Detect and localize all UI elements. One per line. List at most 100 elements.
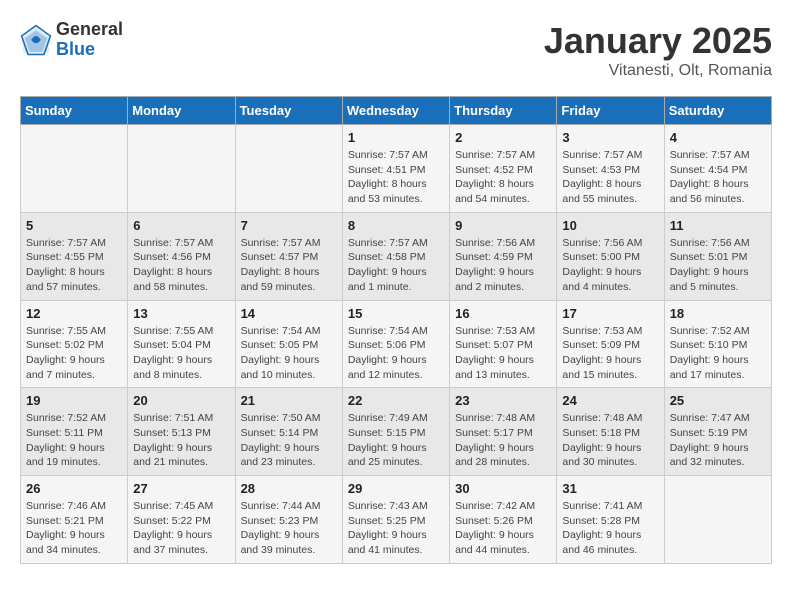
calendar-cell: 26 Sunrise: 7:46 AM Sunset: 5:21 PM Dayli… (21, 476, 128, 564)
calendar-week-row: 12 Sunrise: 7:55 AM Sunset: 5:02 PM Dayli… (21, 300, 772, 388)
day-info: Sunrise: 7:48 AM Sunset: 5:18 PM Dayligh… (562, 411, 658, 470)
logo-blue-text: Blue (56, 40, 123, 60)
calendar-cell: 14Sunrise: 7:54 AM Sunset: 5:05 PM Dayli… (235, 300, 342, 388)
day-number: 25 (670, 393, 766, 408)
day-number: 21 (241, 393, 337, 408)
day-info: Sunrise: 7:53 AM Sunset: 5:07 PM Dayligh… (455, 324, 551, 383)
calendar-cell: 6Sunrise: 7:57 AM Sunset: 4:56 PM Daylig… (128, 212, 235, 300)
calendar-cell: 30 Sunrise: 7:42 AM Sunset: 5:26 PM Dayli… (450, 476, 557, 564)
calendar-cell: 1Sunrise: 7:57 AM Sunset: 4:51 PM Daylig… (342, 125, 449, 213)
calendar-cell: 29Sunrise: 7:43 AM Sunset: 5:25 PM Dayli… (342, 476, 449, 564)
day-number: 2 (455, 130, 551, 145)
day-info: Sunrise: 7:57 AM Sunset: 4:57 PM Dayligh… (241, 236, 337, 295)
calendar-cell (664, 476, 771, 564)
calendar-cell: 11 Sunrise: 7:56 AM Sunset: 5:01 PM Dayli… (664, 212, 771, 300)
day-number: 19 (26, 393, 122, 408)
day-info: Sunrise: 7:43 AM Sunset: 5:25 PM Dayligh… (348, 499, 444, 558)
day-number: 15 (348, 306, 444, 321)
calendar-cell: 31Sunrise: 7:41 AM Sunset: 5:28 PM Dayli… (557, 476, 664, 564)
day-number: 9 (455, 218, 551, 233)
day-number: 20 (133, 393, 229, 408)
weekday-header-row: SundayMondayTuesdayWednesdayThursdayFrid… (21, 97, 772, 125)
day-info: Sunrise: 7:57 AM Sunset: 4:55 PM Dayligh… (26, 236, 122, 295)
calendar-title: January 2025 (544, 20, 772, 62)
calendar-cell: 25Sunrise: 7:47 AM Sunset: 5:19 PM Dayli… (664, 388, 771, 476)
calendar-cell: 23 Sunrise: 7:48 AM Sunset: 5:17 PM Dayli… (450, 388, 557, 476)
logo: General Blue (20, 20, 123, 60)
day-info: Sunrise: 7:45 AM Sunset: 5:22 PM Dayligh… (133, 499, 229, 558)
day-number: 7 (241, 218, 337, 233)
weekday-header-monday: Monday (128, 97, 235, 125)
day-number: 17 (562, 306, 658, 321)
calendar-subtitle: Vitanesti, Olt, Romania (544, 62, 772, 80)
day-info: Sunrise: 7:42 AM Sunset: 5:26 PM Dayligh… (455, 499, 551, 558)
calendar-cell (128, 125, 235, 213)
calendar-cell: 18 Sunrise: 7:52 AM Sunset: 5:10 PM Dayli… (664, 300, 771, 388)
logo-general-text: General (56, 20, 123, 40)
day-info: Sunrise: 7:56 AM Sunset: 5:00 PM Dayligh… (562, 236, 658, 295)
day-number: 8 (348, 218, 444, 233)
day-info: Sunrise: 7:50 AM Sunset: 5:14 PM Dayligh… (241, 411, 337, 470)
day-info: Sunrise: 7:48 AM Sunset: 5:17 PM Dayligh… (455, 411, 551, 470)
calendar-cell: 15Sunrise: 7:54 AM Sunset: 5:06 PM Dayli… (342, 300, 449, 388)
calendar-week-row: 1Sunrise: 7:57 AM Sunset: 4:51 PM Daylig… (21, 125, 772, 213)
calendar-cell: 8 Sunrise: 7:57 AM Sunset: 4:58 PM Daylig… (342, 212, 449, 300)
weekday-header-friday: Friday (557, 97, 664, 125)
calendar-cell: 13 Sunrise: 7:55 AM Sunset: 5:04 PM Dayli… (128, 300, 235, 388)
day-number: 4 (670, 130, 766, 145)
day-info: Sunrise: 7:53 AM Sunset: 5:09 PM Dayligh… (562, 324, 658, 383)
day-info: Sunrise: 7:46 AM Sunset: 5:21 PM Dayligh… (26, 499, 122, 558)
logo-text: General Blue (56, 20, 123, 60)
day-number: 30 (455, 481, 551, 496)
calendar-cell: 4Sunrise: 7:57 AM Sunset: 4:54 PM Daylig… (664, 125, 771, 213)
calendar-cell (235, 125, 342, 213)
calendar-cell (21, 125, 128, 213)
calendar-cell: 12 Sunrise: 7:55 AM Sunset: 5:02 PM Dayli… (21, 300, 128, 388)
calendar-cell: 17 Sunrise: 7:53 AM Sunset: 5:09 PM Dayli… (557, 300, 664, 388)
weekday-header-sunday: Sunday (21, 97, 128, 125)
page-header: General Blue January 2025 Vitanesti, Olt… (20, 20, 772, 80)
day-number: 22 (348, 393, 444, 408)
day-number: 18 (670, 306, 766, 321)
day-info: Sunrise: 7:57 AM Sunset: 4:58 PM Dayligh… (348, 236, 444, 295)
calendar-cell: 28Sunrise: 7:44 AM Sunset: 5:23 PM Dayli… (235, 476, 342, 564)
day-info: Sunrise: 7:54 AM Sunset: 5:05 PM Dayligh… (241, 324, 337, 383)
day-number: 31 (562, 481, 658, 496)
day-number: 11 (670, 218, 766, 233)
weekday-header-thursday: Thursday (450, 97, 557, 125)
day-number: 6 (133, 218, 229, 233)
weekday-header-saturday: Saturday (664, 97, 771, 125)
day-info: Sunrise: 7:55 AM Sunset: 5:02 PM Dayligh… (26, 324, 122, 383)
weekday-header-tuesday: Tuesday (235, 97, 342, 125)
day-info: Sunrise: 7:49 AM Sunset: 5:15 PM Dayligh… (348, 411, 444, 470)
calendar-table: SundayMondayTuesdayWednesdayThursdayFrid… (20, 96, 772, 564)
day-number: 26 (26, 481, 122, 496)
day-info: Sunrise: 7:57 AM Sunset: 4:52 PM Dayligh… (455, 148, 551, 207)
day-number: 23 (455, 393, 551, 408)
logo-icon (20, 24, 52, 56)
calendar-cell: 5 Sunrise: 7:57 AM Sunset: 4:55 PM Daylig… (21, 212, 128, 300)
day-info: Sunrise: 7:52 AM Sunset: 5:10 PM Dayligh… (670, 324, 766, 383)
calendar-cell: 2 Sunrise: 7:57 AM Sunset: 4:52 PM Daylig… (450, 125, 557, 213)
weekday-header-wednesday: Wednesday (342, 97, 449, 125)
calendar-week-row: 26 Sunrise: 7:46 AM Sunset: 5:21 PM Dayli… (21, 476, 772, 564)
calendar-week-row: 19Sunrise: 7:52 AM Sunset: 5:11 PM Dayli… (21, 388, 772, 476)
day-info: Sunrise: 7:44 AM Sunset: 5:23 PM Dayligh… (241, 499, 337, 558)
calendar-cell: 20 Sunrise: 7:51 AM Sunset: 5:13 PM Dayli… (128, 388, 235, 476)
day-info: Sunrise: 7:57 AM Sunset: 4:53 PM Dayligh… (562, 148, 658, 207)
day-number: 5 (26, 218, 122, 233)
day-number: 24 (562, 393, 658, 408)
day-info: Sunrise: 7:55 AM Sunset: 5:04 PM Dayligh… (133, 324, 229, 383)
calendar-cell: 10 Sunrise: 7:56 AM Sunset: 5:00 PM Dayli… (557, 212, 664, 300)
day-info: Sunrise: 7:51 AM Sunset: 5:13 PM Dayligh… (133, 411, 229, 470)
day-number: 10 (562, 218, 658, 233)
day-number: 13 (133, 306, 229, 321)
calendar-cell: 19Sunrise: 7:52 AM Sunset: 5:11 PM Dayli… (21, 388, 128, 476)
calendar-cell: 7 Sunrise: 7:57 AM Sunset: 4:57 PM Daylig… (235, 212, 342, 300)
day-info: Sunrise: 7:56 AM Sunset: 5:01 PM Dayligh… (670, 236, 766, 295)
calendar-cell: 3Sunrise: 7:57 AM Sunset: 4:53 PM Daylig… (557, 125, 664, 213)
day-info: Sunrise: 7:56 AM Sunset: 4:59 PM Dayligh… (455, 236, 551, 295)
day-number: 12 (26, 306, 122, 321)
calendar-cell: 27Sunrise: 7:45 AM Sunset: 5:22 PM Dayli… (128, 476, 235, 564)
calendar-cell: 21 Sunrise: 7:50 AM Sunset: 5:14 PM Dayli… (235, 388, 342, 476)
